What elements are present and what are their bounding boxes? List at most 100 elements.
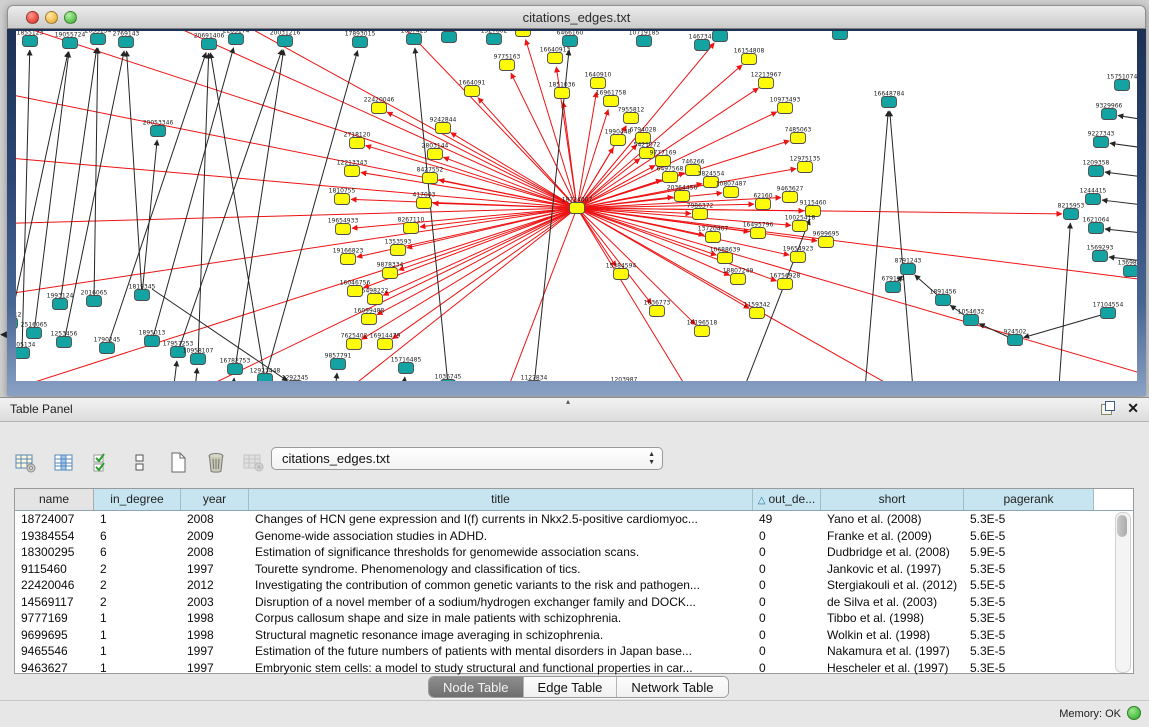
column-header-short[interactable]: short	[821, 489, 964, 510]
table-row[interactable]: 1872400712008Changes of HCN gene express…	[15, 511, 1133, 528]
table-panel-titlebar[interactable]: ▴ Table Panel ✕	[0, 398, 1149, 422]
graph-node[interactable]	[793, 221, 808, 232]
graph-node[interactable]	[759, 78, 774, 89]
graph-node[interactable]	[750, 308, 765, 319]
graph-node[interactable]	[442, 32, 457, 43]
table-select-combobox[interactable]: citations_edges.txt ▲▼	[271, 447, 663, 470]
table-row[interactable]: 946554611997Estimation of the future num…	[15, 643, 1133, 660]
table-cell[interactable]: 5.3E-5	[964, 511, 1094, 528]
graph-node[interactable]	[229, 34, 244, 45]
graph-node[interactable]	[756, 199, 771, 210]
table-cell[interactable]: Estimation of the future numbers of pati…	[249, 643, 753, 660]
graph-node[interactable]	[695, 326, 710, 337]
graph-node[interactable]	[548, 53, 563, 64]
table-cell[interactable]: 5.9E-5	[964, 544, 1094, 561]
graph-node[interactable]	[331, 359, 346, 370]
graph-node[interactable]	[783, 192, 798, 203]
graph-node[interactable]	[87, 296, 102, 307]
scrollbar-thumb[interactable]	[1117, 515, 1127, 537]
table-cell[interactable]: 1997	[181, 561, 249, 578]
graph-node[interactable]	[135, 290, 150, 301]
table-cell[interactable]: 5.3E-5	[964, 594, 1094, 611]
graph-node[interactable]	[348, 286, 363, 297]
table-cell[interactable]: de Silva et al. (2003)	[821, 594, 964, 611]
graph-node[interactable]	[27, 328, 42, 339]
new-column-icon[interactable]	[166, 451, 190, 475]
graph-node[interactable]	[778, 103, 793, 114]
graph-node[interactable]	[1064, 209, 1079, 220]
table-row[interactable]: 1938455462009Genome-wide association stu…	[15, 528, 1133, 545]
graph-node[interactable]	[119, 37, 134, 48]
table-cell[interactable]: 18724007	[15, 511, 94, 528]
tab-edge-table[interactable]: Edge Table	[524, 677, 618, 697]
table-cell[interactable]: 0	[753, 577, 821, 594]
memory-status-icon[interactable]	[1127, 706, 1141, 720]
table-cell[interactable]: 49	[753, 511, 821, 528]
tab-node-table[interactable]: Node Table	[429, 677, 524, 697]
graph-node[interactable]	[1008, 335, 1023, 346]
table-cell[interactable]: 14569117	[15, 594, 94, 611]
table-cell[interactable]: 19384554	[15, 528, 94, 545]
graph-node[interactable]	[1102, 109, 1117, 120]
graph-node[interactable]	[1115, 80, 1130, 91]
tab-network-table[interactable]: Network Table	[617, 677, 727, 697]
network-canvas[interactable]: 1872400722420046271812012213343181075519…	[16, 31, 1137, 381]
collapse-panel-icon[interactable]: ◀	[0, 330, 7, 339]
table-cell[interactable]: 5.3E-5	[964, 561, 1094, 578]
graph-node[interactable]	[16, 318, 18, 329]
graph-node[interactable]	[1089, 166, 1104, 177]
table-cell[interactable]: Structural magnetic resonance image aver…	[249, 627, 753, 644]
graph-node[interactable]	[1101, 308, 1116, 319]
graph-node[interactable]	[695, 40, 710, 51]
table-row[interactable]: 1830029562008Estimation of significance …	[15, 544, 1133, 561]
table-cell[interactable]: 5.6E-5	[964, 528, 1094, 545]
graph-node[interactable]	[693, 209, 708, 220]
graph-node[interactable]	[1089, 223, 1104, 234]
table-cell[interactable]: 5.3E-5	[964, 610, 1094, 627]
graph-node[interactable]	[368, 294, 383, 305]
graph-node[interactable]	[724, 187, 739, 198]
graph-node[interactable]	[63, 38, 78, 49]
graph-node[interactable]	[202, 39, 217, 50]
graph-node[interactable]	[258, 374, 273, 382]
graph-node[interactable]	[798, 162, 813, 173]
table-cell[interactable]: Jankovic et al. (1997)	[821, 561, 964, 578]
table-row[interactable]: 977716911998Corpus callosum shape and si…	[15, 610, 1133, 627]
graph-node[interactable]	[637, 36, 652, 47]
graph-node[interactable]	[404, 223, 419, 234]
table-cell[interactable]: 0	[753, 528, 821, 545]
graph-node[interactable]	[487, 34, 502, 45]
graph-node[interactable]	[604, 96, 619, 107]
select-rows-icon[interactable]	[90, 451, 114, 475]
graph-node[interactable]	[675, 191, 690, 202]
table-cell[interactable]: 2003	[181, 594, 249, 611]
table-cell[interactable]: 1997	[181, 643, 249, 660]
table-cell[interactable]: 18300295	[15, 544, 94, 561]
graph-node[interactable]	[591, 78, 606, 89]
table-cell[interactable]: 9465546	[15, 643, 94, 660]
table-cell[interactable]: Dudbridge et al. (2008)	[821, 544, 964, 561]
table-cell[interactable]: Estimation of significance thresholds fo…	[249, 544, 753, 561]
table-cell[interactable]: 0	[753, 561, 821, 578]
table-cell[interactable]: 0	[753, 610, 821, 627]
column-header-title[interactable]: title	[249, 489, 753, 510]
graph-node[interactable]	[1086, 194, 1101, 205]
table-cell[interactable]: 2	[94, 594, 181, 611]
graph-node[interactable]	[372, 103, 387, 114]
table-row[interactable]: 1456911722003Disruption of a novel membe…	[15, 594, 1133, 611]
graph-node[interactable]	[742, 54, 757, 65]
table-cell[interactable]: Changes of HCN gene expression and I(f) …	[249, 511, 753, 528]
graph-node[interactable]	[563, 36, 578, 47]
table-cell[interactable]: 9699695	[15, 627, 94, 644]
graph-node[interactable]	[428, 149, 443, 160]
table-cell[interactable]: 6	[94, 544, 181, 561]
column-header-in_degree[interactable]: in_degree	[94, 489, 181, 510]
table-cell[interactable]: Stergiakouli et al. (2012)	[821, 577, 964, 594]
table-cell[interactable]: Corpus callosum shape and size in male p…	[249, 610, 753, 627]
graph-node[interactable]	[964, 315, 979, 326]
table-cell[interactable]: 9115460	[15, 561, 94, 578]
delete-column-icon[interactable]	[204, 451, 228, 475]
table-cell[interactable]: Wolkin et al. (1998)	[821, 627, 964, 644]
graph-node[interactable]	[650, 306, 665, 317]
graph-node[interactable]	[778, 279, 793, 290]
